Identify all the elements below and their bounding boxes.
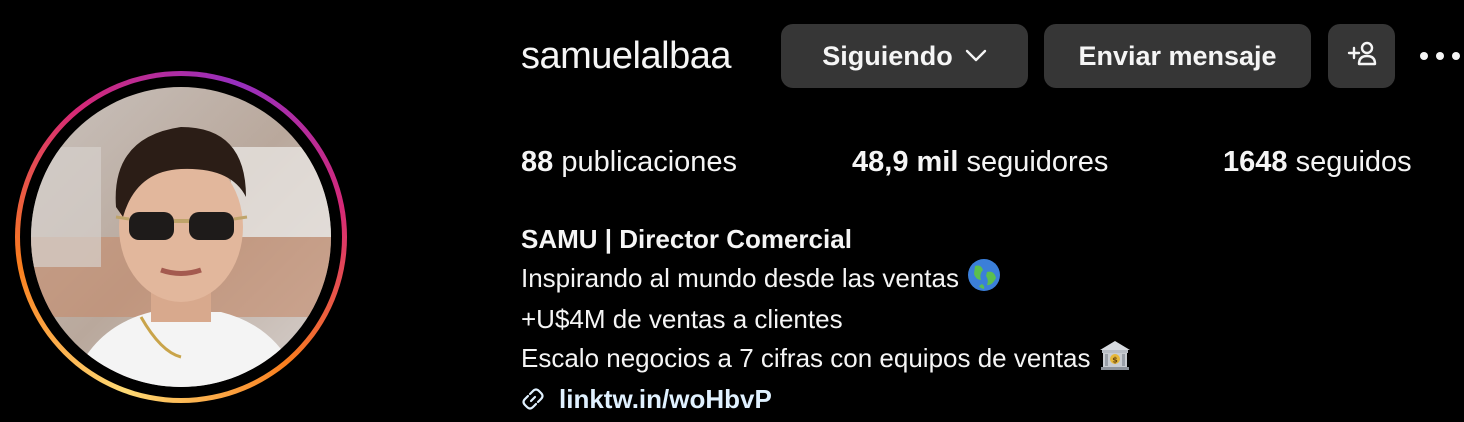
bio-line: Inspirando al mundo desde las ventas <box>521 258 1132 302</box>
avatar-gap <box>20 76 342 398</box>
dot <box>1452 52 1460 60</box>
svg-text:$: $ <box>1113 355 1119 364</box>
profile-username: samuelalbaa <box>521 35 731 77</box>
following-button-label: Siguiendo <box>822 40 953 71</box>
following-stat[interactable]: 1648 seguidos <box>1223 143 1412 181</box>
bio-display-name: SAMU | Director Comercial <box>521 224 852 254</box>
send-message-label: Enviar mensaje <box>1078 40 1277 71</box>
link-icon <box>521 387 545 411</box>
bio-line-text: Escalo negocios a 7 cifras con equipos d… <box>521 342 1091 373</box>
followers-count: 48,9 mil <box>852 146 959 178</box>
suggest-user-button[interactable] <box>1328 24 1395 88</box>
following-button[interactable]: Siguiendo <box>781 24 1028 88</box>
bio-line-text: Inspirando al mundo desde las ventas <box>521 262 959 293</box>
bio-link-text: linktw.in/woHbvP <box>559 384 772 414</box>
posts-stat: 88 publicaciones <box>521 143 737 181</box>
following-label: seguidos <box>1295 146 1412 178</box>
avatar[interactable] <box>31 87 331 387</box>
followers-label: seguidores <box>966 146 1109 178</box>
posts-label: publicaciones <box>561 146 738 178</box>
dot <box>1420 52 1428 60</box>
following-count: 1648 <box>1223 146 1288 178</box>
bio-line: Escalo negocios a 7 cifras con equipos d… <box>521 338 1132 382</box>
avatar-image <box>31 87 331 387</box>
add-user-icon <box>1346 39 1378 74</box>
globe-icon <box>967 258 1001 302</box>
profile-bio: SAMU | Director Comercial Inspirando al … <box>521 221 1132 418</box>
bank-icon: $ <box>1098 338 1132 382</box>
posts-count: 88 <box>521 146 554 178</box>
dot <box>1436 52 1444 60</box>
bio-line: +U$4M de ventas a clientes <box>521 304 843 334</box>
send-message-button[interactable]: Enviar mensaje <box>1044 24 1311 88</box>
story-ring[interactable] <box>15 71 347 403</box>
bio-link[interactable]: linktw.in/woHbvP <box>521 381 1132 418</box>
followers-stat[interactable]: 48,9 mil seguidores <box>852 143 1108 181</box>
more-options-icon[interactable] <box>1420 40 1464 72</box>
chevron-down-icon <box>965 49 987 63</box>
